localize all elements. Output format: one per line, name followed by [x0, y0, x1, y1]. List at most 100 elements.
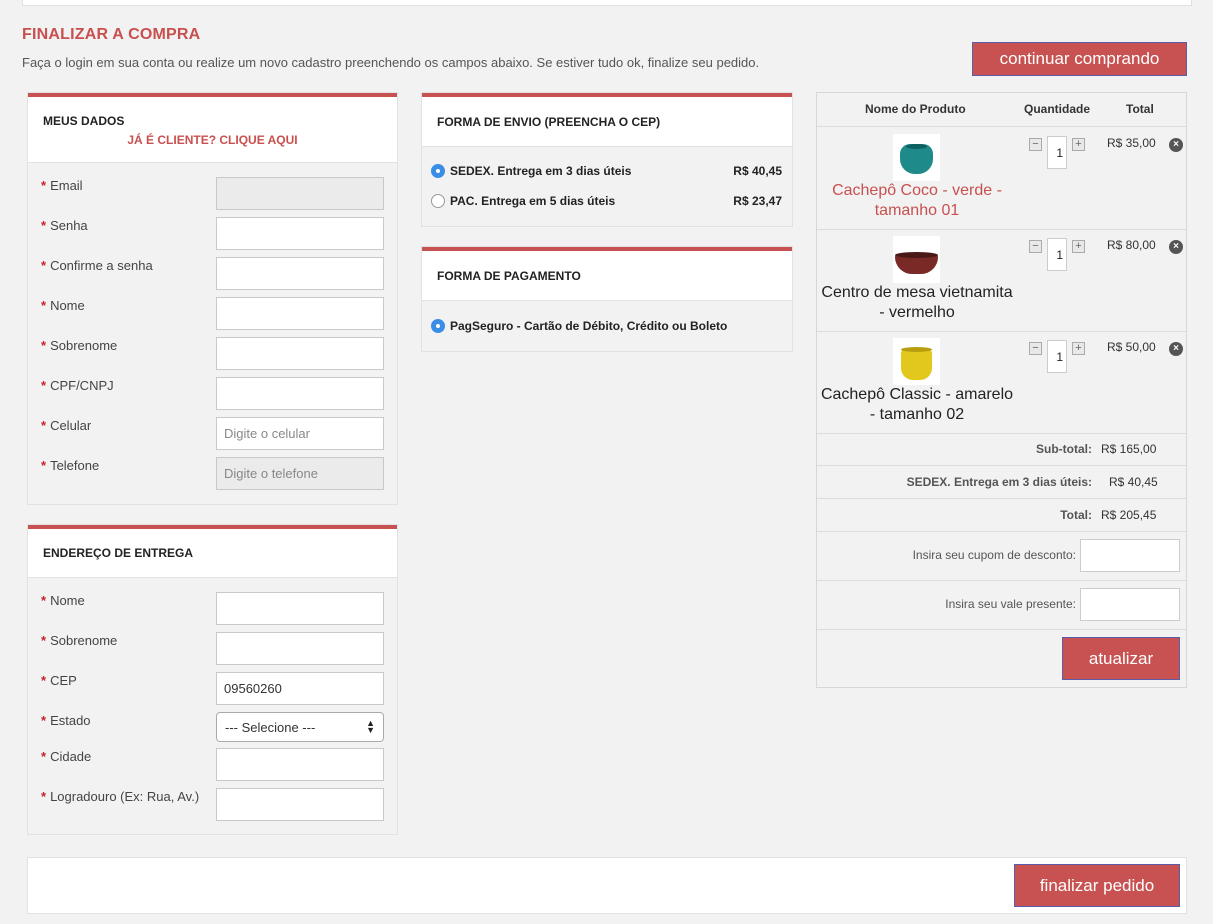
qty-input[interactable]: 1 [1047, 238, 1067, 271]
item-total: R$ 50,00 [1107, 340, 1156, 354]
product-bowl-rim [895, 252, 938, 258]
state-select[interactable]: --- Selecione --- ▲ ▼ [216, 712, 384, 742]
remove-item-icon[interactable]: × [1169, 342, 1183, 356]
city-field[interactable] [216, 748, 384, 781]
gift-card-label: Insira seu vale presente: [945, 597, 1076, 611]
shipping-option-label: SEDEX. Entrega em 3 dias úteis [450, 164, 632, 178]
email-label: * Email [41, 178, 83, 193]
subtotal-row: Sub-total: R$ 165,00 [817, 433, 1186, 466]
state-select-value: --- Selecione --- [225, 719, 316, 735]
payment-option-pagseguro[interactable]: PagSeguro - Cartão de Débito, Crédito ou… [431, 319, 782, 333]
street-field[interactable] [216, 788, 384, 821]
cart-header-total: Total [1126, 102, 1154, 116]
page-subtitle: Faça o login em sua conta ou realize um … [22, 55, 760, 70]
product-image[interactable] [893, 338, 940, 385]
payment-option-label: PagSeguro - Cartão de Débito, Crédito ou… [450, 319, 728, 333]
item-total: R$ 35,00 [1107, 136, 1156, 150]
confirm-password-field[interactable] [216, 257, 384, 290]
qty-minus-icon[interactable]: − [1029, 342, 1042, 355]
product-pot-rim [901, 347, 932, 352]
shipping-address-title: ENDEREÇO DE ENTREGA [43, 546, 194, 560]
cep-label: * CEP [41, 673, 77, 688]
qty-plus-icon[interactable]: + [1072, 342, 1085, 355]
cart-header: Nome do Produto Quantidade Total [817, 93, 1186, 127]
cart-header-product: Nome do Produto [865, 102, 966, 116]
item-total: R$ 80,00 [1107, 238, 1156, 252]
password-label: * Senha [41, 218, 88, 233]
footer-bar [27, 857, 1187, 914]
email-field[interactable] [216, 177, 384, 210]
login-link[interactable]: JÁ É CLIENTE? CLIQUE AQUI [43, 133, 382, 147]
phone-field[interactable] [216, 457, 384, 490]
payment-method-title: FORMA DE PAGAMENTO [437, 268, 581, 283]
continue-shopping-button[interactable]: continuar comprando [972, 42, 1187, 76]
product-name[interactable]: Cachepô Classic - amarelo - tamanho 02 [817, 385, 1017, 425]
subtotal-label: Sub-total: [1036, 442, 1092, 456]
password-field[interactable] [216, 217, 384, 250]
qty-plus-icon[interactable]: + [1072, 138, 1085, 151]
gift-card-input[interactable] [1080, 588, 1180, 621]
update-cart-button[interactable]: atualizar [1062, 637, 1180, 680]
coupon-input[interactable] [1080, 539, 1180, 572]
shipping-option-sedex[interactable]: SEDEX. Entrega em 3 dias úteis R$ 40,45 [431, 164, 782, 178]
shipping-option-label: PAC. Entrega em 5 dias úteis [450, 194, 616, 208]
radio-unselected-icon[interactable] [431, 194, 445, 208]
shipping-option-price: R$ 23,47 [733, 194, 782, 208]
state-label: * Estado [41, 713, 91, 728]
personal-data-panel: MEUS DADOS JÁ É CLIENTE? CLIQUE AQUI * Em… [27, 92, 398, 505]
mobile-field[interactable] [216, 417, 384, 450]
cart-item-row: Centro de mesa vietnamita - vermelho − 1… [817, 230, 1186, 332]
remove-item-icon[interactable]: × [1169, 240, 1183, 254]
shipping-cost-row: SEDEX. Entrega em 3 dias úteis: R$ 40,45 [817, 466, 1186, 499]
select-arrows-icon: ▲ ▼ [366, 718, 375, 735]
phone-label: * Telefone [41, 458, 100, 473]
qty-minus-icon[interactable]: − [1029, 138, 1042, 151]
address-last-name-field[interactable] [216, 632, 384, 665]
coupon-label: Insira seu cupom de desconto: [912, 548, 1076, 562]
shipping-option-price: R$ 40,45 [733, 164, 782, 178]
radio-selected-icon[interactable] [431, 319, 445, 333]
cart-header-quantity: Quantidade [1024, 102, 1091, 116]
address-first-name-label: * Nome [41, 593, 85, 608]
gift-card-row: Insira seu vale presente: [817, 581, 1186, 630]
cart-item-row: Cachepô Classic - amarelo - tamanho 02 −… [817, 332, 1186, 434]
mobile-label: * Celular [41, 418, 92, 433]
first-name-label: * Nome [41, 298, 85, 313]
shipping-method-panel: FORMA DE ENVIO (PREENCHA O CEP) SEDEX. E… [421, 92, 793, 227]
total-value: R$ 205,45 [1101, 508, 1157, 522]
product-name[interactable]: Centro de mesa vietnamita - vermelho [817, 283, 1017, 323]
qty-minus-icon[interactable]: − [1029, 240, 1042, 253]
radio-selected-icon[interactable] [431, 164, 445, 178]
remove-item-icon[interactable]: × [1169, 138, 1183, 152]
payment-method-panel: FORMA DE PAGAMENTO PagSeguro - Cartão de… [421, 246, 793, 352]
last-name-label: * Sobrenome [41, 338, 118, 353]
payment-method-header: FORMA DE PAGAMENTO [422, 247, 792, 301]
confirm-password-label: * Confirme a senha [41, 258, 153, 273]
product-pot-rim [906, 144, 927, 149]
product-image[interactable] [893, 134, 940, 181]
cpf-cnpj-field[interactable] [216, 377, 384, 410]
product-name-link[interactable]: Cachepô Coco - verde - tamanho 01 [817, 181, 1017, 221]
qty-plus-icon[interactable]: + [1072, 240, 1085, 253]
qty-input[interactable]: 1 [1047, 340, 1067, 373]
shipping-cost-label: SEDEX. Entrega em 3 dias úteis: [906, 475, 1092, 489]
product-pot-shape [901, 348, 932, 380]
total-row: Total: R$ 205,45 [817, 499, 1186, 532]
street-label: * Logradouro (Ex: Rua, Av.) [41, 789, 200, 804]
shipping-address-panel: ENDEREÇO DE ENTREGA * Nome * Sobrenome * CE… [27, 524, 398, 835]
page-title: FINALIZAR A COMPRA [22, 26, 201, 43]
city-label: * Cidade [41, 749, 92, 764]
product-image[interactable] [893, 236, 940, 283]
subtotal-value: R$ 165,00 [1101, 442, 1157, 456]
last-name-field[interactable] [216, 337, 384, 370]
qty-input[interactable]: 1 [1047, 136, 1067, 169]
coupon-row: Insira seu cupom de desconto: [817, 532, 1186, 581]
cart-item-row: Cachepô Coco - verde - tamanho 01 − 1 + … [817, 128, 1186, 230]
finish-order-button[interactable]: finalizar pedido [1014, 864, 1180, 907]
address-first-name-field[interactable] [216, 592, 384, 625]
cep-field[interactable] [216, 672, 384, 705]
first-name-field[interactable] [216, 297, 384, 330]
address-last-name-label: * Sobrenome [41, 633, 118, 648]
shipping-option-pac[interactable]: PAC. Entrega em 5 dias úteis R$ 23,47 [431, 194, 782, 208]
total-label: Total: [1060, 508, 1092, 522]
